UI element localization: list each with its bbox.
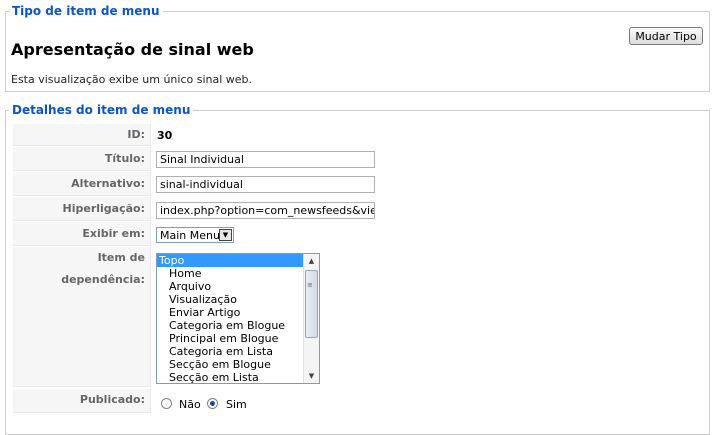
alias-label: Alternativo: bbox=[13, 172, 151, 196]
parent-option[interactable]: Visualização bbox=[157, 293, 303, 306]
grip-icon: ≡ bbox=[307, 281, 313, 289]
alias-input[interactable]: sinal-individual bbox=[156, 176, 375, 193]
menu-item-details-legend: Detalhes do item de menu bbox=[12, 103, 191, 117]
title-label: Título: bbox=[13, 147, 151, 171]
parent-option[interactable]: Secção em Blogue bbox=[157, 358, 303, 371]
title-input[interactable]: Sinal Individual bbox=[156, 151, 375, 168]
menu-item-type-legend: Tipo de item de menu bbox=[12, 4, 160, 18]
published-no-radio[interactable] bbox=[161, 398, 172, 409]
id-value: 30 bbox=[157, 129, 173, 142]
published-no-label: Não bbox=[179, 398, 201, 411]
scroll-down-icon[interactable]: ▼ bbox=[304, 369, 319, 383]
id-label: ID: bbox=[13, 124, 151, 146]
parent-option[interactable]: Secção em Lista bbox=[157, 371, 303, 383]
parent-label: Item de dependência: bbox=[13, 247, 151, 387]
menu-select[interactable]: Main Menu ▼ bbox=[156, 227, 234, 243]
parent-listbox[interactable]: Topo Home Arquivo Visualização Enviar Artigo… bbox=[156, 253, 320, 384]
published-label: Publicado: bbox=[13, 389, 151, 413]
menu-label: Exibir em: bbox=[13, 222, 151, 246]
chevron-down-icon[interactable]: ▼ bbox=[219, 229, 232, 241]
parent-option[interactable]: Home bbox=[157, 267, 303, 280]
parent-option[interactable]: Enviar Artigo bbox=[157, 306, 303, 319]
menu-select-value: Main Menu bbox=[160, 229, 220, 242]
parent-option[interactable]: Categoria em Blogue bbox=[157, 319, 303, 332]
menu-type-description: Esta visualização exibe um único sinal w… bbox=[11, 73, 253, 86]
published-yes-radio[interactable] bbox=[207, 398, 218, 409]
parent-option[interactable]: Topo bbox=[157, 254, 303, 267]
listbox-scrollbar[interactable]: ▲ ≡ ▼ bbox=[303, 254, 319, 383]
menu-type-title: Apresentação de sinal web bbox=[11, 40, 254, 59]
published-yes-label: Sim bbox=[226, 398, 247, 411]
parent-options: Topo Home Arquivo Visualização Enviar Artigo… bbox=[157, 254, 303, 383]
parent-option[interactable]: Principal em Blogue bbox=[157, 332, 303, 345]
parent-option[interactable]: Categoria em Lista bbox=[157, 345, 303, 358]
link-input[interactable]: index.php?option=com_newsfeeds&view=new bbox=[156, 202, 375, 219]
change-type-button[interactable]: Mudar Tipo bbox=[629, 27, 703, 45]
link-label: Hiperligação: bbox=[13, 197, 151, 221]
scroll-up-icon[interactable]: ▲ bbox=[304, 254, 319, 268]
parent-option[interactable]: Arquivo bbox=[157, 280, 303, 293]
